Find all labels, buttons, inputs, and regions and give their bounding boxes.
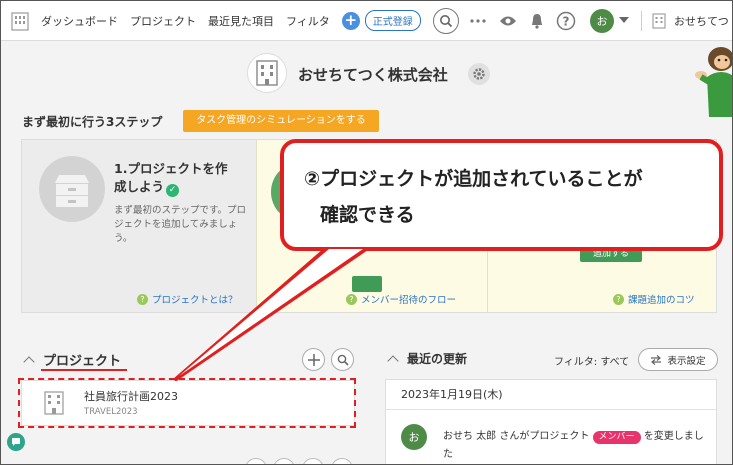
question-icon: ?: [613, 293, 624, 305]
building-icon: [652, 13, 666, 29]
plus-icon: [307, 353, 320, 366]
company-logo-icon: [247, 53, 287, 93]
step2-action-button[interactable]: [352, 276, 382, 292]
step-card-1[interactable]: 1.プロジェクトを作 成しよう ✓ まず最初のステップです。プロジェクトを追加して…: [22, 140, 256, 312]
add-project-button[interactable]: [302, 348, 325, 371]
chevron-up-icon[interactable]: [387, 354, 399, 367]
step3-link-label: 課題追加のコツ: [628, 295, 695, 306]
update-text-before: おせち 太郎 さんがプロジェクト: [443, 431, 590, 442]
display-settings-button[interactable]: 表示設定: [638, 348, 718, 371]
callout-line2: 確認できる: [320, 204, 415, 226]
company-switcher[interactable]: おせちてつ: [652, 13, 729, 29]
annotation-callout: ②プロジェクトが追加されていることが 確認できる: [280, 139, 723, 251]
step1-title: 1.プロジェクトを作 成しよう ✓: [114, 160, 227, 197]
pager-button[interactable]: [302, 458, 324, 464]
member-badge[interactable]: メンバー: [592, 431, 641, 444]
nav-projects[interactable]: プロジェクト: [130, 13, 196, 29]
step1-title-line1: 1.プロジェクトを作: [114, 161, 228, 176]
recent-header[interactable]: 最近の更新: [387, 350, 467, 367]
recent-panel: 2023年1月19日(木) お おせち 太郎 さんがプロジェクト メンバー を変…: [385, 379, 717, 464]
app-frame: ダッシュボード プロジェクト 最近見た項目 フィルタ + 正式登録 ? お おせ…: [0, 0, 733, 465]
step1-help-link[interactable]: ? プロジェクトとは？: [137, 292, 238, 306]
nav-filter[interactable]: フィルタ: [286, 13, 330, 29]
projects-title: プロジェクト: [43, 354, 122, 369]
bell-icon[interactable]: [527, 11, 547, 31]
display-settings-label: 表示設定: [667, 355, 706, 367]
update-text: おせち 太郎 さんがプロジェクト メンバー を変更しました: [443, 428, 711, 464]
more-icon[interactable]: [468, 11, 488, 31]
question-icon: ?: [346, 293, 357, 305]
steps-title: まず最初に行う3ステップ: [22, 115, 163, 129]
pager-button[interactable]: [273, 458, 295, 464]
projects-header[interactable]: プロジェクト: [23, 350, 121, 369]
annotation-dashed-box: [18, 378, 356, 428]
step2-link-label: メンバー招待のフロー: [361, 295, 457, 306]
app-logo-icon[interactable]: [7, 8, 33, 34]
recent-title: 最近の更新: [407, 352, 468, 366]
check-icon: ✓: [166, 184, 180, 197]
filter-selector[interactable]: フィルタ: すべて: [554, 353, 629, 368]
step1-description: まず最初のステップです。プロジェクトを追加してみましょう。: [114, 205, 247, 244]
nav-divider: [641, 11, 642, 31]
pager-button[interactable]: [331, 458, 353, 464]
search-project-button[interactable]: [331, 348, 354, 371]
chevron-down-icon[interactable]: [619, 17, 629, 23]
nav-recent[interactable]: 最近見た項目: [208, 13, 274, 29]
question-icon: ?: [137, 293, 148, 305]
svg-text:?: ?: [563, 15, 570, 29]
annotation-underline: [41, 369, 127, 371]
search-icon: [337, 354, 349, 366]
step2-help-link[interactable]: ? メンバー招待のフロー: [346, 292, 456, 306]
cabinet-icon: [39, 156, 105, 222]
mascot-illustration: [695, 47, 732, 117]
swap-icon: [651, 354, 662, 365]
date-heading: 2023年1月19日(木): [386, 380, 716, 410]
search-icon[interactable]: [433, 8, 459, 34]
company-short-name: おせちてつ: [674, 15, 729, 28]
add-button[interactable]: +: [341, 11, 360, 30]
callout-text: ②プロジェクトが追加されていることが 確認できる: [304, 161, 643, 233]
step1-title-line2: 成しよう: [114, 179, 165, 194]
watch-icon[interactable]: [498, 11, 518, 31]
gear-icon[interactable]: [468, 63, 490, 85]
chat-icon[interactable]: [7, 433, 25, 451]
company-name: おせちてつく株式会社: [298, 66, 448, 84]
pager-button[interactable]: [245, 458, 267, 464]
callout-line1: ②プロジェクトが追加されていることが: [304, 168, 643, 190]
user-avatar[interactable]: お: [590, 9, 614, 33]
step1-link-label: プロジェクトとは？: [152, 295, 238, 306]
step3-help-link[interactable]: ? 課題追加のコツ: [613, 292, 695, 306]
chevron-up-icon[interactable]: [23, 355, 35, 368]
help-icon[interactable]: ?: [556, 11, 576, 31]
nav-dashboard[interactable]: ダッシュボード: [41, 13, 118, 29]
update-avatar[interactable]: お: [401, 424, 427, 450]
register-button[interactable]: 正式登録: [364, 10, 421, 31]
simulation-button[interactable]: タスク管理のシミュレーションをする: [183, 110, 379, 132]
